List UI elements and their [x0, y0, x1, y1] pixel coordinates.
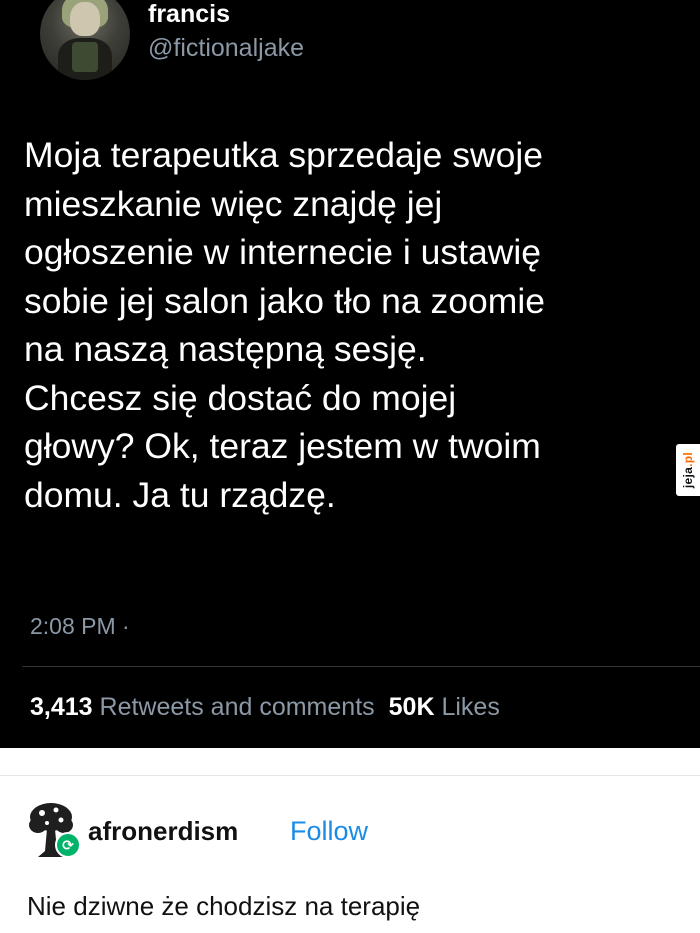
- watermark: jeja.pl: [676, 444, 700, 496]
- display-name[interactable]: francis: [148, 0, 230, 28]
- likes-count[interactable]: 50K: [389, 693, 435, 721]
- tweet-timestamp[interactable]: 2:08 PM ·: [30, 613, 130, 640]
- reblog-icon: ⟳: [55, 832, 81, 858]
- tweet-card: francis @fictionaljake Moja terapeutka s…: [0, 0, 700, 748]
- retweets-label[interactable]: Retweets and comments: [100, 693, 375, 721]
- likes-label[interactable]: Likes: [441, 693, 499, 721]
- divider: [22, 666, 700, 667]
- follow-button[interactable]: Follow: [290, 816, 368, 847]
- reply-text: Nie dziwne że chodzisz na terapię: [27, 891, 421, 921]
- avatar[interactable]: [40, 0, 130, 80]
- tweet-text: Moja terapeutka sprzedaje swoje mieszkan…: [24, 135, 545, 515]
- watermark-suffix: .pl: [681, 451, 695, 467]
- section-divider: [0, 775, 700, 776]
- avatar-strap: [72, 42, 98, 72]
- retweets-count[interactable]: 3,413: [30, 693, 93, 721]
- tweet-stats: 3,413 Retweets and comments 50K Likes: [30, 693, 500, 722]
- watermark-main: jeja: [681, 466, 695, 489]
- post-username[interactable]: afronerdism: [88, 816, 238, 847]
- user-handle[interactable]: @fictionaljake: [148, 33, 304, 63]
- avatar-face: [70, 2, 100, 36]
